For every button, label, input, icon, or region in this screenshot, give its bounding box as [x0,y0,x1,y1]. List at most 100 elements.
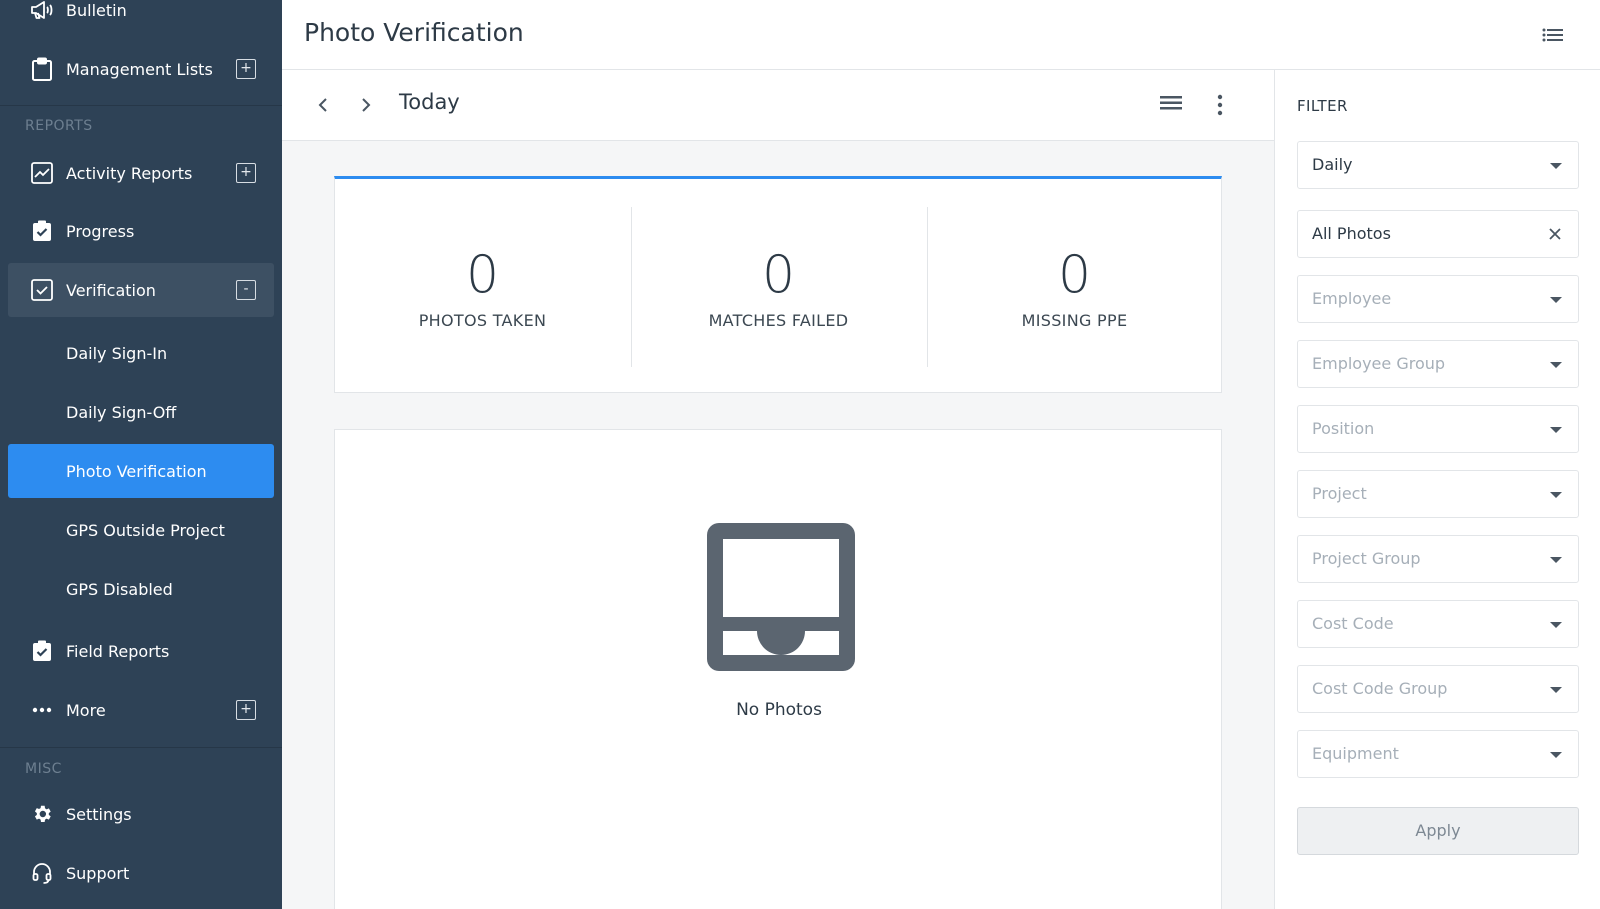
caret-down-icon [1550,427,1562,433]
sidebar-item-photo-verification[interactable]: Photo Verification [8,444,274,498]
megaphone-icon [30,0,54,22]
sidebar-item-daily-sign-off[interactable]: Daily Sign-Off [8,385,274,439]
list-menu-icon[interactable] [1542,24,1564,46]
sidebar-item-label: Settings [66,804,132,824]
date-toolbar: Today [282,70,1274,141]
expand-toggle[interactable]: + [236,163,256,183]
divider [0,747,282,748]
gear-icon [30,802,54,826]
kebab-menu-icon[interactable] [1212,92,1228,118]
stat-photos-taken: 0 PHOTOS TAKEN [335,207,630,367]
stat-label: MATCHES FAILED [708,311,849,330]
sidebar-item-progress[interactable]: Progress [8,204,274,258]
ellipsis-icon [30,698,54,722]
caret-down-icon [1550,492,1562,498]
clipboard-check-icon [30,639,54,663]
main-content: Today 0 PHOTOS TAKEN 0 MATCHES FAILED 0 … [282,70,1274,909]
chart-icon [30,161,54,185]
select-placeholder: Project [1312,484,1367,503]
sidebar-item-support[interactable]: Support [8,846,274,900]
select-placeholder: Position [1312,419,1375,438]
sidebar-item-label: Support [66,863,130,883]
list-view-icon[interactable] [1160,94,1186,118]
photo-type-select[interactable]: All Photos [1297,210,1579,258]
stat-value: 0 [761,245,796,305]
sidebar-item-gps-outside-project[interactable]: GPS Outside Project [8,503,274,557]
sidebar-item-label: Photo Verification [66,461,207,481]
sidebar-item-label: Progress [66,221,135,241]
sidebar: Bulletin Management Lists + REPORTS Acti… [0,0,282,909]
employee-group-select[interactable]: Employee Group [1297,340,1579,388]
stats-card: 0 PHOTOS TAKEN 0 MATCHES FAILED 0 MISSIN… [334,176,1222,393]
chevron-left-icon[interactable] [310,92,336,118]
project-select[interactable]: Project [1297,470,1579,518]
sidebar-item-daily-sign-in[interactable]: Daily Sign-In [8,326,274,380]
select-placeholder: Cost Code [1312,614,1394,633]
sidebar-item-label: Field Reports [66,641,170,661]
filter-title: FILTER [1297,97,1348,115]
sidebar-item-label: Bulletin [66,0,127,20]
sidebar-item-verification[interactable]: Verification - [8,263,274,317]
expand-toggle[interactable]: + [236,700,256,720]
headset-icon [30,861,54,885]
sidebar-item-label: Daily Sign-In [66,343,168,363]
stat-matches-failed: 0 MATCHES FAILED [631,207,926,367]
select-placeholder: Employee Group [1312,354,1446,373]
empty-state-text: No Photos [736,700,822,720]
sidebar-item-activity-reports[interactable]: Activity Reports + [8,146,274,200]
employee-select[interactable]: Employee [1297,275,1579,323]
caret-down-icon [1550,297,1562,303]
sidebar-item-field-reports[interactable]: Field Reports [8,624,274,678]
select-value: All Photos [1312,224,1391,243]
project-group-select[interactable]: Project Group [1297,535,1579,583]
sidebar-item-label: Verification [66,280,156,300]
cost-code-select[interactable]: Cost Code [1297,600,1579,648]
close-icon[interactable] [1546,225,1564,243]
collapse-toggle[interactable]: - [236,280,256,300]
caret-down-icon [1550,362,1562,368]
stat-label: PHOTOS TAKEN [418,311,547,330]
expand-toggle[interactable]: + [236,59,256,79]
sidebar-item-more[interactable]: More + [8,683,274,737]
stat-label: MISSING PPE [1021,311,1128,330]
apply-button[interactable]: Apply [1297,807,1579,855]
sidebar-item-management-lists[interactable]: Management Lists + [8,42,274,96]
filter-panel: FILTER Daily All Photos Employee Employe… [1274,70,1600,909]
sidebar-item-label: Daily Sign-Off [66,402,177,422]
stat-value: 0 [465,245,500,305]
select-placeholder: Employee [1312,289,1392,308]
clipboard-icon [30,57,54,81]
stat-missing-ppe: 0 MISSING PPE [927,207,1222,367]
position-select[interactable]: Position [1297,405,1579,453]
period-select[interactable]: Daily [1297,141,1579,189]
sidebar-item-label: GPS Outside Project [66,520,225,540]
inbox-icon [707,523,855,671]
sidebar-item-gps-disabled[interactable]: GPS Disabled [8,562,274,616]
caret-down-icon [1550,752,1562,758]
stat-value: 0 [1057,245,1092,305]
caret-down-icon [1550,687,1562,693]
caret-down-icon [1550,163,1562,169]
divider [0,105,282,106]
select-placeholder: Equipment [1312,744,1399,763]
select-placeholder: Cost Code Group [1312,679,1448,698]
equipment-select[interactable]: Equipment [1297,730,1579,778]
top-header: Photo Verification [282,0,1600,70]
page-title: Photo Verification [304,18,524,47]
sidebar-item-label: GPS Disabled [66,579,173,599]
sidebar-item-label: Management Lists [66,59,213,79]
sidebar-item-label: Activity Reports [66,163,193,183]
section-label-reports: REPORTS [25,118,93,134]
checkbox-check-icon [30,278,54,302]
clipboard-check-icon [30,219,54,243]
chevron-right-icon[interactable] [353,92,379,118]
caret-down-icon [1550,622,1562,628]
cost-code-group-select[interactable]: Cost Code Group [1297,665,1579,713]
sidebar-item-bulletin[interactable]: Bulletin [8,0,274,37]
sidebar-item-settings[interactable]: Settings [8,787,274,841]
sidebar-item-label: More [66,700,106,720]
section-label-misc: MISC [25,761,62,777]
select-placeholder: Project Group [1312,549,1421,568]
photos-panel: No Photos [334,429,1222,909]
select-value: Daily [1312,155,1353,174]
